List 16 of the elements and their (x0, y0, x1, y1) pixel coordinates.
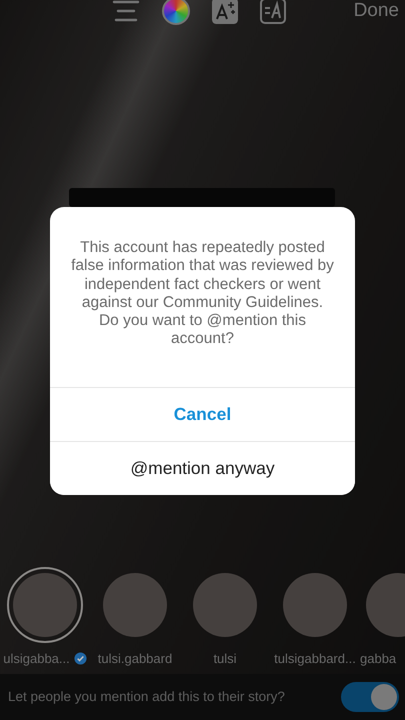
color-wheel-icon[interactable] (162, 0, 190, 25)
username[interactable]: tulsi.gabbard (98, 648, 172, 668)
toggle-switch[interactable] (341, 682, 399, 712)
done-button[interactable]: Done (354, 0, 399, 26)
text-align-icon[interactable] (260, 0, 286, 24)
username[interactable]: ulsigabba... (3, 648, 70, 668)
alert-question: Do you want to @mention this account? (98, 312, 307, 350)
option-label: Let people you mention add this to their story? (8, 688, 285, 706)
text-effect-icon[interactable] (212, 0, 238, 24)
avatar[interactable] (13, 572, 77, 636)
username[interactable]: gabba (360, 648, 396, 668)
mention-button[interactable]: @mention anyway (50, 440, 355, 495)
alert-message: This account has repeatedly posted false information that was reviewed by independent fact checkers or went against our Community Guidelines. (70, 238, 335, 312)
username[interactable]: tulsigabbard... (274, 648, 356, 668)
username[interactable]: tulsi (213, 648, 237, 668)
align-lines-icon[interactable] (112, 0, 140, 24)
